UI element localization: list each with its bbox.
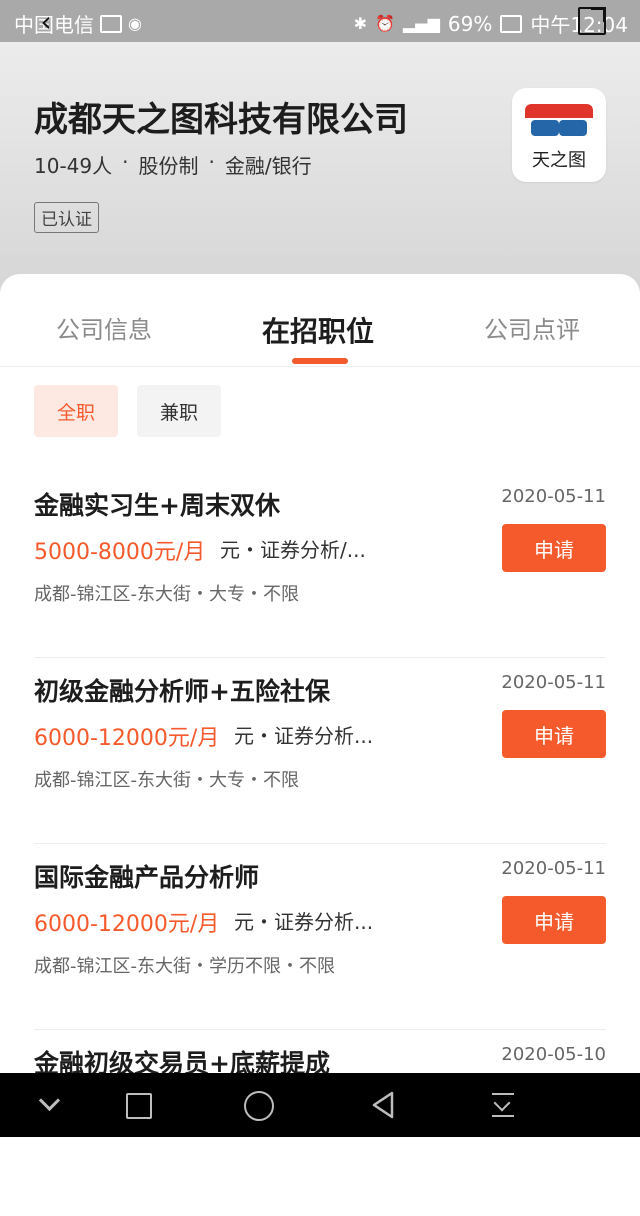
job-item[interactable]: 初级金融分析师+五险社保 2020-05-11 6000-12000元/月 元・… [34, 658, 606, 844]
logo-mark-icon [525, 104, 593, 142]
job-location: 成都-锦江区-东大街・学历不限・不限 [34, 956, 335, 977]
apply-button[interactable]: 申请 [502, 524, 606, 572]
tab-company-reviews[interactable]: 公司点评 [484, 310, 580, 345]
company-name: 成都天之图科技有限公司 [34, 100, 408, 140]
job-date: 2020-05-10 [501, 1044, 606, 1065]
job-item[interactable]: 金融实习生+周末双休 2020-05-11 5000-8000元/月 元・证券分… [34, 472, 606, 658]
square-icon[interactable] [122, 1089, 156, 1121]
job-salary: 6000-12000元/月 [34, 912, 220, 937]
meta-separator: · [208, 150, 215, 174]
company-meta: 10-49人 · 股份制 · 金融/银行 [34, 150, 312, 179]
job-location: 成都-锦江区-东大街・大专・不限 [34, 584, 299, 605]
meta-separator: · [122, 150, 129, 174]
filter-full-time[interactable]: 全职 [34, 385, 118, 437]
triangle-back-icon[interactable] [366, 1089, 400, 1121]
signal-icon: ▂▄▆ [402, 13, 440, 33]
apply-button[interactable]: 申请 [502, 896, 606, 944]
company-industry: 金融/银行 [224, 154, 312, 178]
job-salary: 5000-8000元/月 [34, 540, 206, 565]
circle-icon[interactable] [244, 1089, 278, 1121]
job-date: 2020-05-11 [501, 486, 606, 507]
battery-icon [500, 14, 523, 33]
tab-company-info[interactable]: 公司信息 [56, 310, 152, 345]
content-card: 公司信息 在招职位 公司点评 全职 兼职 金融实习生+周末双休 2020-05-… [0, 274, 640, 1078]
chevron-down-icon[interactable] [34, 1089, 68, 1121]
job-category: 元・证券分析... [234, 910, 374, 934]
job-location: 成都-锦江区-东大街・大专・不限 [34, 770, 299, 791]
activity-icon [100, 14, 122, 33]
job-title: 国际金融产品分析师 [34, 863, 260, 892]
alarm-icon: ⏰ [375, 13, 395, 33]
job-salary: 6000-12000元/月 [34, 726, 220, 751]
apply-button[interactable]: 申请 [502, 710, 606, 758]
status-bar: 中国电信 ◉ ✱ ⏰ ▂▄▆ 69% 中午12:04 [0, 0, 640, 42]
job-title: 金融实习生+周末双休 [34, 491, 280, 520]
company-size: 10-49人 [34, 154, 113, 178]
company-header: 成都天之图科技有限公司 10-49人 · 股份制 · 金融/银行 已认证 天之图 [0, 42, 640, 292]
filter-part-time[interactable]: 兼职 [137, 385, 221, 437]
logo-text: 天之图 [532, 150, 586, 171]
company-ownership: 股份制 [138, 154, 199, 178]
share-icon[interactable] [578, 7, 606, 35]
active-tab-indicator [292, 358, 348, 364]
bluetooth-icon: ✱ [353, 13, 368, 33]
tab-bar: 公司信息 在招职位 公司点评 [0, 274, 640, 367]
notification-icon[interactable] [486, 1089, 520, 1121]
job-date: 2020-05-11 [501, 858, 606, 879]
tab-open-positions[interactable]: 在招职位 [262, 310, 374, 350]
job-date: 2020-05-11 [501, 672, 606, 693]
job-title: 初级金融分析师+五险社保 [34, 677, 330, 706]
system-nav-bar [0, 1073, 640, 1137]
job-category: 元・证券分析/... [220, 538, 366, 562]
job-item[interactable]: 国际金融产品分析师 2020-05-11 6000-12000元/月 元・证券分… [34, 844, 606, 1030]
battery-text: 69% [447, 11, 493, 36]
job-category: 元・证券分析... [234, 724, 374, 748]
wifi-hotspot-icon: ◉ [128, 13, 142, 33]
verified-badge: 已认证 [34, 202, 99, 233]
company-logo: 天之图 [512, 88, 606, 182]
back-icon[interactable]: ‹ [32, 5, 60, 38]
